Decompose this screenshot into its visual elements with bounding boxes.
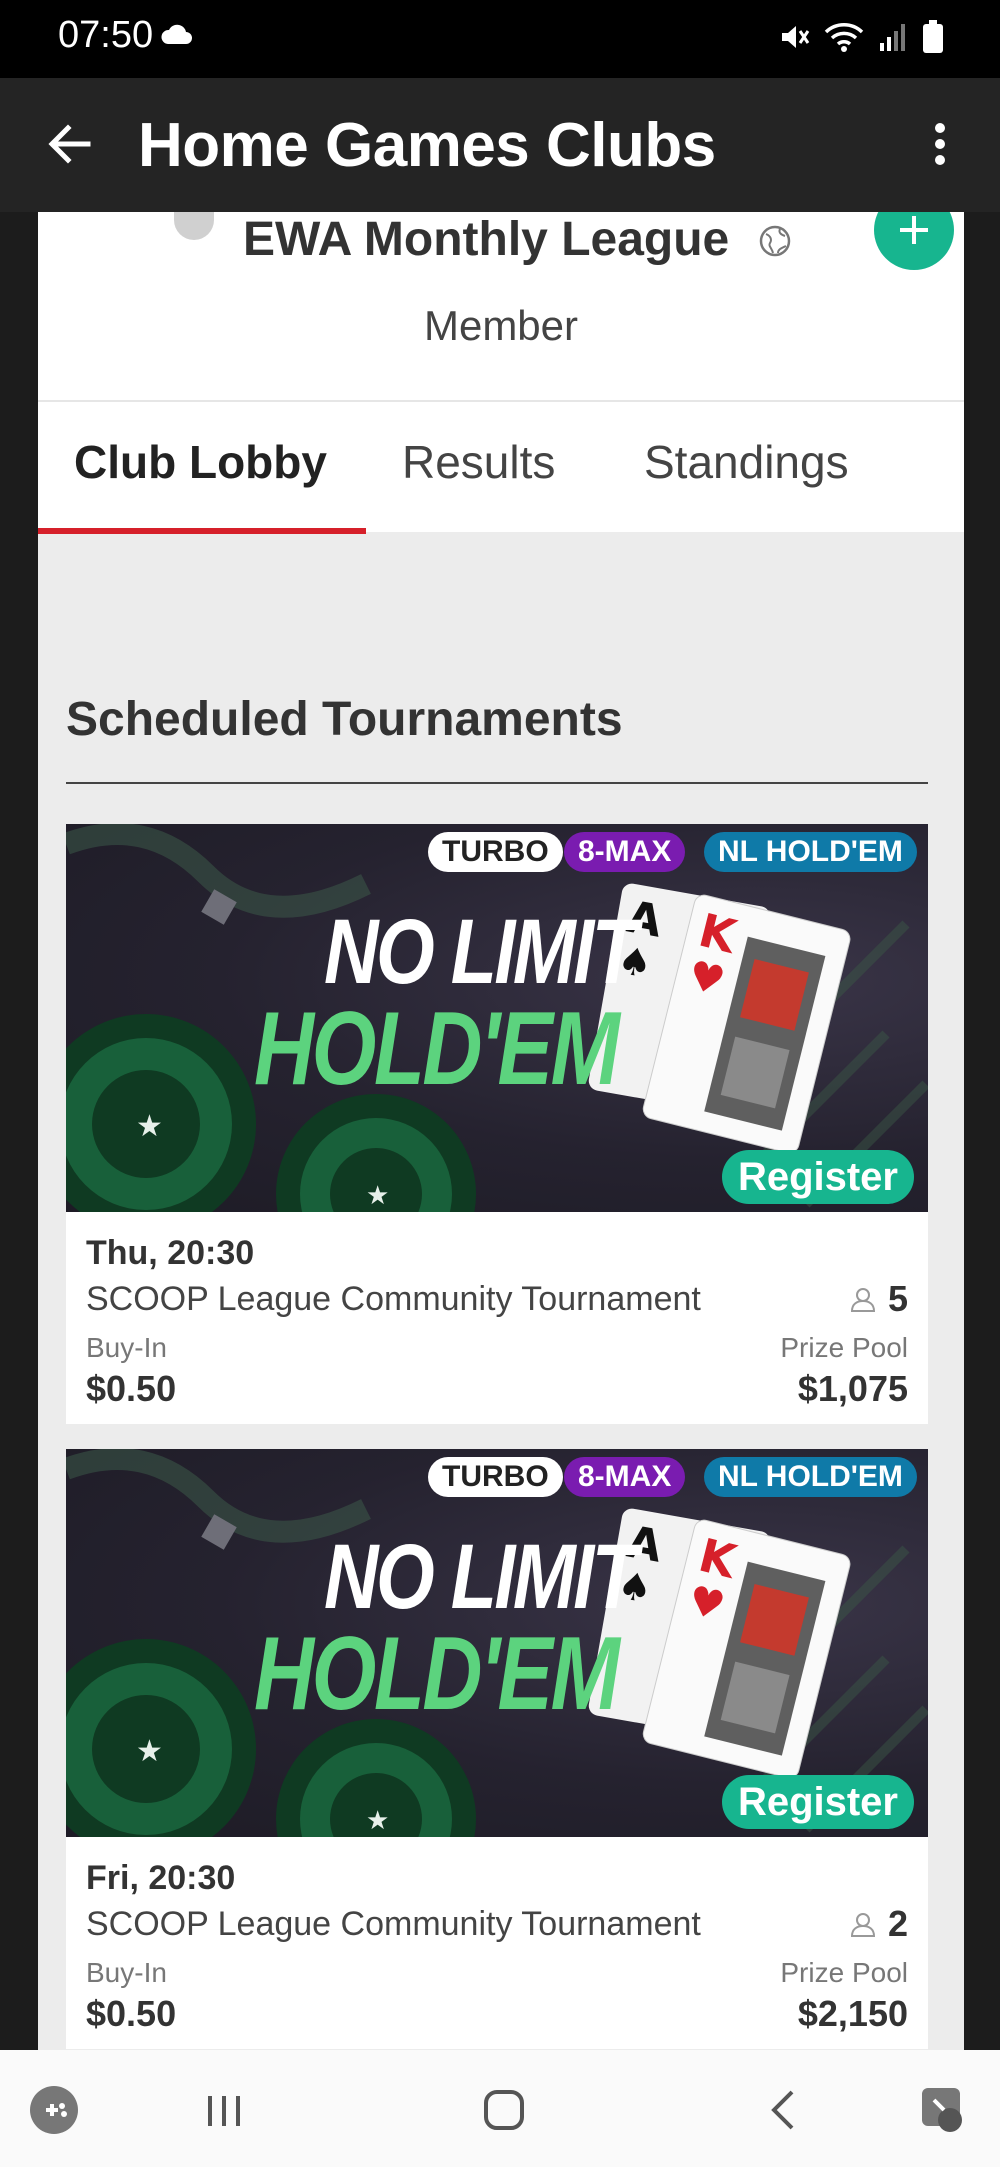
arrow-left-icon	[48, 124, 91, 164]
plus-icon	[900, 216, 928, 244]
buyin-label: Buy-In	[86, 1957, 167, 1988]
add-button[interactable]	[874, 212, 954, 270]
tournament-name: SCOOP League Community Tournament	[86, 1905, 701, 1943]
accessibility-icon[interactable]	[914, 2080, 974, 2140]
tournament-time: Thu, 20:30	[86, 1234, 255, 1272]
banner-title-line2: HOLD'EM	[254, 1616, 620, 1732]
globe-icon	[758, 224, 792, 263]
system-nav-bar	[0, 2050, 1000, 2167]
svg-text:★: ★	[136, 1109, 163, 1144]
page-title: Home Games Clubs	[138, 111, 716, 180]
person-icon	[850, 1913, 875, 1937]
tab-standings[interactable]: Standings	[644, 402, 849, 534]
banner-title-line2: HOLD'EM	[254, 991, 620, 1107]
prize-pool-value: $2,150	[797, 1993, 908, 2034]
tab-club-lobby[interactable]: Club Lobby	[74, 402, 327, 534]
person-icon	[850, 1288, 875, 1312]
club-header: EWA Monthly League Member	[38, 212, 964, 400]
app-bar: Home Games Clubs	[0, 78, 1000, 212]
more-vert-icon	[935, 123, 945, 165]
tab-bar: Club Lobby Results Standings	[38, 400, 964, 534]
mute-icon	[778, 21, 810, 58]
club-name: EWA Monthly League	[243, 213, 730, 266]
player-count: 5	[850, 1278, 908, 1320]
tab-results[interactable]: Results	[402, 402, 555, 534]
wifi-icon	[824, 21, 864, 58]
club-avatar	[174, 212, 214, 240]
tournament-banner: ★ ★ A ♠ K ♥ TURBO 8-MAX NL HOLD'EM NO LI…	[66, 824, 928, 1212]
tournament-time: Fri, 20:30	[86, 1859, 236, 1897]
tournament-banner: ★ ★ A ♠ K ♥ TURBO 8-MAX NL HOLD'EM NO LI…	[66, 1449, 928, 1837]
section-divider	[66, 782, 928, 784]
tag-max-players: 8-MAX	[564, 832, 686, 872]
tag-turbo: TURBO	[428, 832, 563, 872]
recent-apps-icon[interactable]	[194, 2080, 254, 2140]
status-time: 07:50	[58, 14, 154, 56]
player-count-value: 5	[887, 1278, 908, 1319]
tournament-card[interactable]: ★ ★ A ♠ K ♥ TURBO 8-MAX NL HOLD'EM NO LI…	[66, 1449, 928, 2049]
back-button[interactable]	[40, 114, 100, 174]
tag-turbo: TURBO	[428, 1457, 563, 1497]
tag-max-players: 8-MAX	[564, 1457, 686, 1497]
tournament-card[interactable]: ★ ★ A ♠ K ♥ TURBO 8-MAX NL HOLD'EM NO LI…	[66, 824, 928, 1424]
status-icons	[778, 20, 944, 59]
prize-pool-label: Prize Pool	[780, 1332, 908, 1363]
register-button[interactable]: Register	[721, 1150, 914, 1204]
svg-text:★: ★	[136, 1734, 163, 1769]
prize-pool-value: $1,075	[797, 1368, 908, 1409]
status-bar: 07:50	[0, 0, 1000, 78]
club-role: Member	[423, 302, 579, 349]
cloud-icon	[160, 24, 194, 51]
home-icon[interactable]	[474, 2080, 534, 2140]
buyin-value: $0.50	[86, 1993, 177, 2034]
tournament-name: SCOOP League Community Tournament	[86, 1280, 701, 1318]
register-button[interactable]: Register	[721, 1775, 914, 1829]
back-icon[interactable]	[754, 2080, 814, 2140]
signal-icon	[878, 21, 908, 58]
player-count-value: 2	[887, 1903, 908, 1944]
svg-text:★: ★	[366, 1806, 389, 1836]
tag-game-type: NL HOLD'EM	[704, 832, 917, 872]
more-options-button[interactable]	[910, 114, 970, 174]
active-tab-indicator	[38, 528, 366, 534]
tag-game-type: NL HOLD'EM	[704, 1457, 917, 1497]
player-count: 2	[850, 1903, 908, 1945]
prize-pool-label: Prize Pool	[780, 1957, 908, 1988]
buyin-label: Buy-In	[86, 1332, 167, 1363]
club-content: EWA Monthly League Member Club Lobby Res…	[38, 212, 964, 2050]
buyin-value: $0.50	[86, 1368, 177, 1409]
svg-text:★: ★	[366, 1181, 389, 1211]
section-title: Scheduled Tournaments	[66, 693, 623, 746]
battery-icon	[922, 20, 944, 59]
game-launcher-icon[interactable]	[24, 2080, 84, 2140]
